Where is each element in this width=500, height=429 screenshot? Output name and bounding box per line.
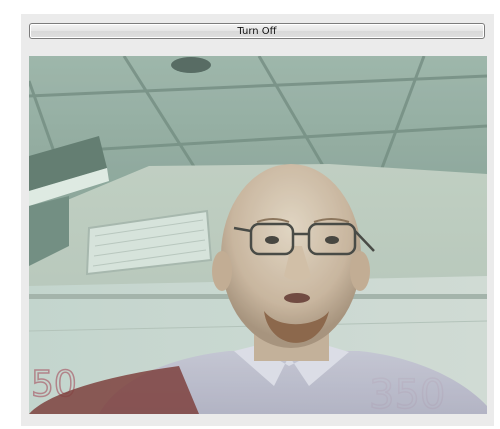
camera-window: Turn Off 50 — [21, 14, 494, 426]
webcam-frame: 50 350 — [29, 56, 487, 414]
toolbar: Turn Off — [21, 14, 494, 48]
turn-off-button[interactable]: Turn Off — [29, 23, 485, 39]
webcam-video-feed: 50 350 — [29, 56, 487, 414]
